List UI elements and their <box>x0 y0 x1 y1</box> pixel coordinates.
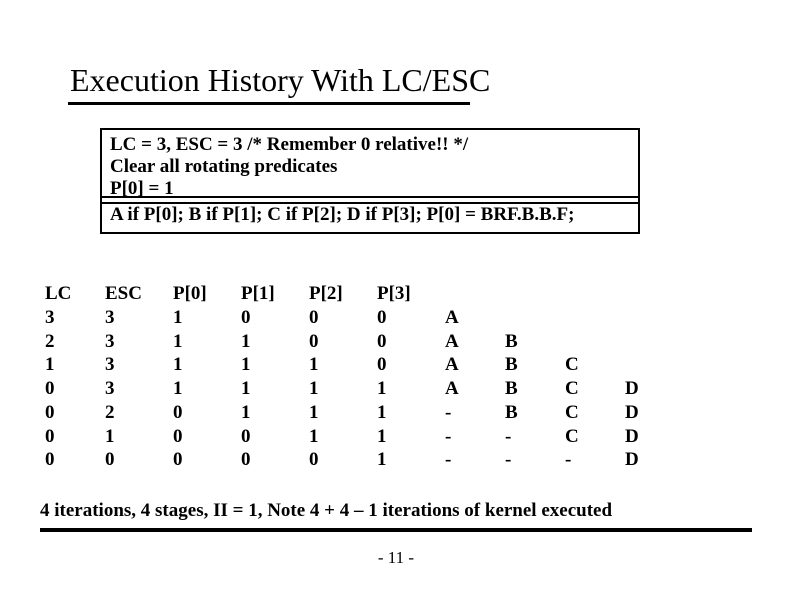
cell: 1 <box>241 401 309 425</box>
cell: 0 <box>173 425 241 449</box>
col-header <box>625 282 685 306</box>
col-header <box>505 282 565 306</box>
table-row: 2 3 1 1 0 0 A B <box>45 330 685 354</box>
table-row: 0 0 0 0 0 1 - - - D <box>45 448 685 472</box>
cell: - <box>505 425 565 449</box>
cell: 0 <box>309 448 377 472</box>
cell: 1 <box>241 330 309 354</box>
table-row: 0 1 0 0 1 1 - - C D <box>45 425 685 449</box>
cell: B <box>505 377 565 401</box>
cell: 0 <box>241 306 309 330</box>
col-header <box>445 282 505 306</box>
cell: C <box>565 401 625 425</box>
cell: 1 <box>309 425 377 449</box>
cell: - <box>445 425 505 449</box>
cell: 3 <box>105 330 173 354</box>
cell: 1 <box>105 425 173 449</box>
cell: 0 <box>377 306 445 330</box>
cell: D <box>625 425 685 449</box>
table-row: 0 2 0 1 1 1 - B C D <box>45 401 685 425</box>
cell: 0 <box>45 401 105 425</box>
cell: C <box>565 353 625 377</box>
cell: 1 <box>173 377 241 401</box>
loop-body-box: A if P[0]; B if P[1]; C if P[2]; D if P[… <box>100 196 640 234</box>
cell: 2 <box>45 330 105 354</box>
cell: 0 <box>45 448 105 472</box>
footer-rule <box>40 528 752 532</box>
title-underline <box>68 102 470 105</box>
cell <box>565 330 625 354</box>
col-header: LC <box>45 282 105 306</box>
cell: 1 <box>377 448 445 472</box>
cell: 3 <box>105 306 173 330</box>
cell: - <box>445 401 505 425</box>
cell: 0 <box>241 425 309 449</box>
cell: A <box>445 306 505 330</box>
cell: - <box>505 448 565 472</box>
cell: A <box>445 377 505 401</box>
cell: B <box>505 401 565 425</box>
cell: 1 <box>309 353 377 377</box>
cell: 0 <box>309 330 377 354</box>
cell <box>625 353 685 377</box>
page-number: - 11 - <box>0 548 792 568</box>
cell: 1 <box>377 425 445 449</box>
cell: 0 <box>377 353 445 377</box>
cell: D <box>625 448 685 472</box>
cell: - <box>565 448 625 472</box>
table-row: 1 3 1 1 1 0 A B C <box>45 353 685 377</box>
col-header: P[3] <box>377 282 445 306</box>
slide-title: Execution History With LC/ESC <box>70 62 490 99</box>
cell: 1 <box>377 377 445 401</box>
table-header-row: LC ESC P[0] P[1] P[2] P[3] <box>45 282 685 306</box>
cell: 0 <box>45 425 105 449</box>
cell: 1 <box>173 330 241 354</box>
cell <box>505 306 565 330</box>
cell: - <box>445 448 505 472</box>
cell: 3 <box>105 353 173 377</box>
cell: 1 <box>241 353 309 377</box>
cell: 0 <box>241 448 309 472</box>
cell: 0 <box>173 401 241 425</box>
cell <box>625 306 685 330</box>
cell: 0 <box>173 448 241 472</box>
table-row: 3 3 1 0 0 0 A <box>45 306 685 330</box>
cell: A <box>445 330 505 354</box>
slide: Execution History With LC/ESC LC = 3, ES… <box>0 0 792 612</box>
cell: 1 <box>377 401 445 425</box>
execution-table: LC ESC P[0] P[1] P[2] P[3] 3 3 1 0 0 0 A <box>45 282 685 472</box>
cell <box>565 306 625 330</box>
col-header: P[0] <box>173 282 241 306</box>
cell: B <box>505 330 565 354</box>
cell <box>625 330 685 354</box>
cell: 0 <box>45 377 105 401</box>
cell: 1 <box>173 306 241 330</box>
col-header: P[2] <box>309 282 377 306</box>
cell: 0 <box>377 330 445 354</box>
cell: 1 <box>45 353 105 377</box>
table-row: 0 3 1 1 1 1 A B C D <box>45 377 685 401</box>
cell: C <box>565 377 625 401</box>
footnote: 4 iterations, 4 stages, II = 1, Note 4 +… <box>40 500 752 522</box>
cell: C <box>565 425 625 449</box>
cell: 0 <box>309 306 377 330</box>
col-header: P[1] <box>241 282 309 306</box>
cell: 1 <box>309 401 377 425</box>
cell: 3 <box>45 306 105 330</box>
cell: B <box>505 353 565 377</box>
cell: 3 <box>105 377 173 401</box>
cell: A <box>445 353 505 377</box>
setup-line-2: Clear all rotating predicates <box>110 156 630 178</box>
cell: 1 <box>241 377 309 401</box>
cell: D <box>625 377 685 401</box>
col-header <box>565 282 625 306</box>
cell: 2 <box>105 401 173 425</box>
setup-line-1: LC = 3, ESC = 3 /* Remember 0 relative!!… <box>110 134 630 156</box>
setup-box: LC = 3, ESC = 3 /* Remember 0 relative!!… <box>100 128 640 204</box>
cell: 1 <box>173 353 241 377</box>
cell: 1 <box>309 377 377 401</box>
cell: D <box>625 401 685 425</box>
col-header: ESC <box>105 282 173 306</box>
cell: 0 <box>105 448 173 472</box>
